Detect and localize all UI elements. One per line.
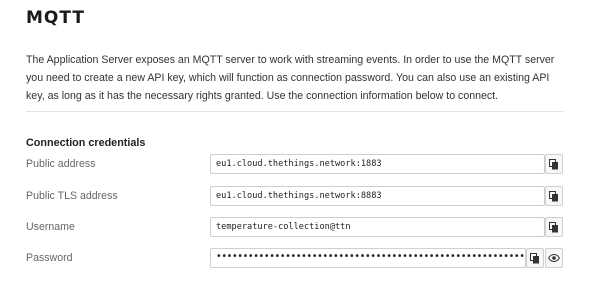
copy-icon bbox=[530, 252, 539, 263]
password-field[interactable]: ••••••••••••••••••••••••••••••••••••••••… bbox=[210, 248, 526, 268]
password-value: ••••••••••••••••••••••••••••••••••••••••… bbox=[216, 251, 526, 262]
public-address-row: Public address eu1.cloud.thethings.netwo… bbox=[26, 154, 564, 174]
username-field[interactable]: temperature-collection@ttn bbox=[210, 217, 545, 237]
password-label: Password bbox=[26, 252, 73, 264]
section-title: Connection credentials bbox=[26, 137, 146, 149]
public-address-value: eu1.cloud.thethings.network:1883 bbox=[216, 159, 382, 169]
page-title: MQTT bbox=[26, 8, 85, 28]
copy-icon bbox=[549, 158, 558, 169]
public-tls-address-field[interactable]: eu1.cloud.thethings.network:8883 bbox=[210, 186, 545, 206]
divider bbox=[26, 111, 564, 112]
toggle-password-visibility-button[interactable] bbox=[545, 248, 563, 268]
copy-username-button[interactable] bbox=[545, 217, 563, 237]
username-label: Username bbox=[26, 221, 75, 233]
password-row: Password •••••••••••••••••••••••••••••••… bbox=[26, 248, 564, 268]
public-address-field[interactable]: eu1.cloud.thethings.network:1883 bbox=[210, 154, 545, 174]
copy-public-address-button[interactable] bbox=[545, 154, 563, 174]
public-tls-address-row: Public TLS address eu1.cloud.thethings.n… bbox=[26, 186, 564, 206]
public-tls-address-value: eu1.cloud.thethings.network:8883 bbox=[216, 191, 382, 201]
mqtt-description: The Application Server exposes an MQTT s… bbox=[26, 54, 555, 102]
username-value: temperature-collection@ttn bbox=[216, 222, 351, 232]
public-tls-address-label: Public TLS address bbox=[26, 190, 118, 202]
copy-password-button[interactable] bbox=[526, 248, 544, 268]
copy-icon bbox=[549, 221, 558, 232]
copy-public-tls-address-button[interactable] bbox=[545, 186, 563, 206]
eye-icon bbox=[548, 254, 560, 262]
copy-icon bbox=[549, 190, 558, 201]
public-address-label: Public address bbox=[26, 158, 96, 170]
username-row: Username temperature-collection@ttn bbox=[26, 217, 564, 237]
